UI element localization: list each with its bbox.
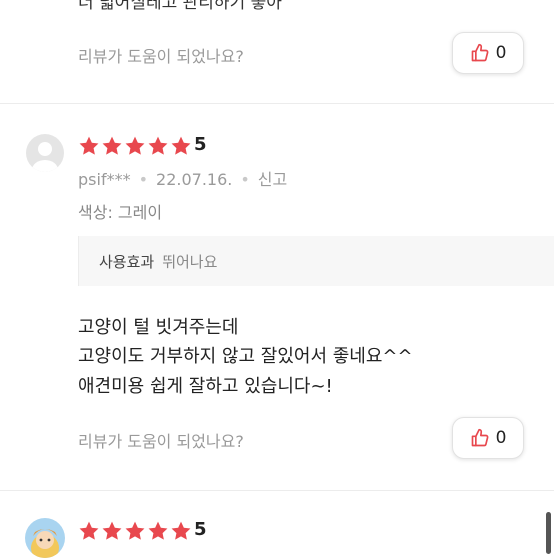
review-body-line: 고양이도 거부하지 않고 잘있어서 좋네요^^ <box>78 346 413 367</box>
avatar <box>26 134 64 172</box>
star-icon <box>102 521 122 540</box>
star-icon <box>171 136 191 155</box>
star-icon <box>79 136 99 155</box>
avatar <box>25 518 65 558</box>
review-meta: psif*** • 22.07.16. • 신고 <box>78 170 288 189</box>
helpful-question: 리뷰가 도움이 되었나요? <box>78 432 244 451</box>
thumbs-up-icon <box>471 43 489 62</box>
character-avatar-icon <box>25 518 65 558</box>
star-icon <box>125 521 145 540</box>
default-user-icon <box>32 142 58 172</box>
helpful-question: 리뷰가 도움이 되었나요? <box>78 47 244 66</box>
helpful-button[interactable]: 0 <box>452 32 524 74</box>
rating-value: 5 <box>194 519 207 540</box>
effect-value: 뛰어나요 <box>162 252 218 271</box>
rating-value: 5 <box>194 134 207 155</box>
review-body-line: 고양이 털 빗겨주는데 <box>78 317 239 338</box>
effect-key: 사용효과 <box>99 252 155 271</box>
star-icon <box>102 136 122 155</box>
review-body-line: 애견미용 쉽게 잘하고 있습니다~! <box>78 376 333 397</box>
effect-box: 사용효과 뛰어나요 <box>78 236 554 286</box>
star-icon <box>171 521 191 540</box>
review-divider <box>0 490 554 491</box>
product-option: 색상: 그레이 <box>78 203 163 222</box>
thumbs-up-icon <box>471 428 489 447</box>
star-icon <box>148 521 168 540</box>
report-link[interactable]: 신고 <box>258 170 287 189</box>
star-icon <box>125 136 145 155</box>
star-icon <box>79 521 99 540</box>
review-divider <box>0 103 554 104</box>
helpful-button[interactable]: 0 <box>452 417 524 459</box>
scrollbar[interactable] <box>546 512 551 554</box>
reviewer-name: psif*** <box>78 170 131 189</box>
star-icon <box>148 136 168 155</box>
star-rating <box>78 135 192 157</box>
helpful-count: 0 <box>495 428 507 448</box>
star-rating <box>78 520 192 542</box>
helpful-count: 0 <box>495 43 507 63</box>
previous-review-text: 더 넓어질테고 관리하기 좋아 <box>78 0 282 13</box>
review-date: 22.07.16. <box>156 170 233 189</box>
